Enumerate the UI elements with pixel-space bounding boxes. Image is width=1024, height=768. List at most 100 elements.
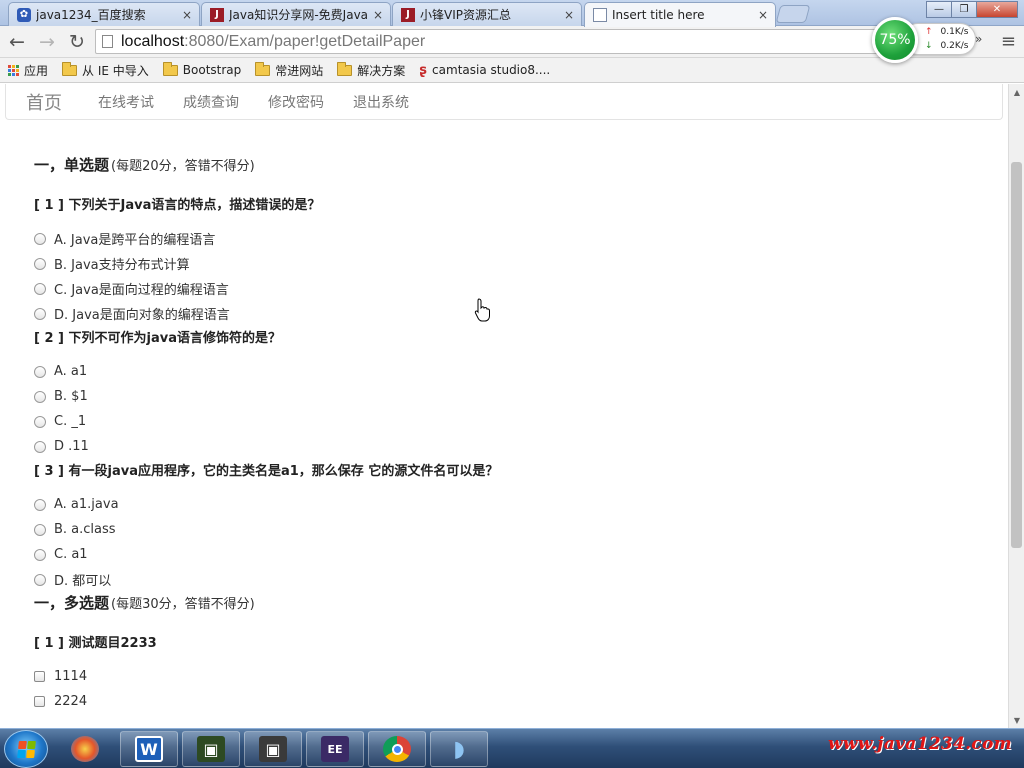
- taskbar-app-terminal-2[interactable]: ▣: [244, 731, 302, 767]
- scroll-down-arrow-icon[interactable]: ▼: [1009, 712, 1024, 728]
- folder-icon: [162, 61, 178, 76]
- tab-close-icon[interactable]: ×: [563, 8, 575, 22]
- radio-button[interactable]: [34, 415, 46, 428]
- nav-change-password[interactable]: 修改密码: [268, 92, 324, 112]
- bookmark-camtasia[interactable]: ʂ camtasia studio8....: [419, 63, 550, 78]
- bookmark-solutions[interactable]: 解决方案: [337, 61, 406, 79]
- option-item[interactable]: 2224: [34, 689, 974, 714]
- option-item[interactable]: D. 都可以: [34, 567, 974, 592]
- radio-button[interactable]: [34, 573, 46, 586]
- bookmark-label: Bootstrap: [182, 63, 242, 77]
- maximize-button[interactable]: ❐: [951, 1, 977, 18]
- option-list: A. a1.java B. a.class C. a1 D. 都可以: [34, 492, 974, 592]
- taskbar-app-wps[interactable]: W: [120, 731, 178, 767]
- j-icon: J: [401, 7, 415, 22]
- radio-button[interactable]: [34, 365, 46, 378]
- option-item[interactable]: D. Java是面向对象的编程语言: [34, 301, 974, 326]
- new-tab-button[interactable]: [775, 5, 811, 23]
- bookmark-apps[interactable]: 应用: [8, 62, 48, 79]
- taskbar-app-dolphin[interactable]: ◗: [430, 731, 488, 767]
- radio-button[interactable]: [34, 440, 46, 453]
- back-button[interactable]: ←: [4, 29, 30, 55]
- folder-icon: [62, 61, 78, 76]
- minimize-button[interactable]: —: [926, 1, 952, 18]
- taskbar-app-colorful[interactable]: [56, 731, 114, 767]
- radio-button[interactable]: [34, 307, 46, 320]
- site-watermark: www.java1234.com: [828, 734, 1012, 754]
- bookmark-label: 解决方案: [357, 63, 406, 78]
- checkbox[interactable]: [34, 696, 45, 707]
- scroll-thumb[interactable]: [1011, 162, 1022, 548]
- radio-button[interactable]: [34, 390, 46, 403]
- terminal-icon: ▣: [259, 736, 287, 762]
- address-bar[interactable]: localhost:8080/Exam/paper!getDetailPaper: [95, 29, 915, 54]
- menu-icon[interactable]: ≡: [1001, 31, 1016, 52]
- nav-home-link[interactable]: 首页: [26, 89, 62, 115]
- page-scrollbar[interactable]: ▲ ▼: [1008, 84, 1024, 728]
- tab-java-share[interactable]: J Java知识分享网-免费Java ×: [201, 2, 391, 26]
- tab-title: Insert title here: [612, 8, 705, 22]
- java-ee-ide-icon: EE: [321, 736, 349, 762]
- download-rate: 0.2K/s: [940, 41, 969, 51]
- tab-vip-resources[interactable]: J 小锋VIP资源汇总 ×: [392, 2, 582, 26]
- question-text: [ 1 ] 下列关于Java语言的特点，描述错误的是？: [34, 198, 321, 213]
- bookmark-frequent-sites[interactable]: 常进网站: [255, 61, 324, 79]
- tab-title: Java知识分享网-免费Java: [229, 8, 368, 22]
- window-controls: — ❐ ✕: [926, 1, 1018, 18]
- question-text: [ 3 ] 有一段java应用程序，它的主类名是a1，那么保存 它的源文件名可以…: [34, 464, 499, 479]
- section-title-multi: 一，多选题 (每题30分，答错不得分): [34, 594, 255, 612]
- taskbar-app-chrome[interactable]: [368, 731, 426, 767]
- close-window-button[interactable]: ✕: [976, 1, 1018, 18]
- bookmark-ie-import[interactable]: 从 IE 中导入: [62, 61, 149, 79]
- paw-icon: ✿: [17, 7, 31, 22]
- option-item[interactable]: B. Java支持分布式计算: [34, 251, 974, 276]
- tab-close-icon[interactable]: ×: [181, 8, 193, 22]
- option-item[interactable]: C. a1: [34, 542, 974, 567]
- bookmark-label: 常进网站: [275, 63, 324, 78]
- upload-arrow-icon: ↑: [925, 27, 933, 37]
- tab-baidu-search[interactable]: ✿ java1234_百度搜索 ×: [8, 2, 200, 26]
- option-item[interactable]: D .11: [34, 434, 974, 459]
- option-item[interactable]: C. _1: [34, 409, 974, 434]
- taskbar-app-javaee-ide[interactable]: EE: [306, 731, 364, 767]
- wps-writer-icon: W: [135, 736, 163, 762]
- camtasia-icon: ʂ: [419, 62, 428, 78]
- nav-logout[interactable]: 退出系统: [353, 92, 409, 112]
- radio-button[interactable]: [34, 232, 46, 245]
- bookmark-label: 应用: [24, 63, 49, 78]
- radio-button[interactable]: [34, 548, 46, 561]
- chrome-icon: [383, 736, 411, 762]
- option-item[interactable]: A. a1.java: [34, 492, 974, 517]
- hand-cursor-icon: [474, 298, 490, 322]
- tab-close-icon[interactable]: ×: [757, 8, 769, 22]
- taskbar-app-terminal[interactable]: ▣: [182, 731, 240, 767]
- upload-rate: 0.1K/s: [940, 27, 969, 37]
- option-item[interactable]: 1114: [34, 664, 974, 689]
- radio-button[interactable]: [34, 523, 46, 536]
- bookmark-bootstrap[interactable]: Bootstrap: [162, 61, 242, 77]
- reload-button[interactable]: ↻: [64, 29, 90, 55]
- section-title-single: 一，单选题 (每题20分，答错不得分): [34, 156, 255, 174]
- tab-title: 小锋VIP资源汇总: [420, 8, 511, 22]
- option-item[interactable]: A. a1: [34, 359, 974, 384]
- radio-button[interactable]: [34, 498, 46, 511]
- app-logo-icon: [71, 736, 99, 762]
- start-button[interactable]: [4, 730, 48, 768]
- checkbox[interactable]: [34, 671, 45, 682]
- option-list: A. a1 B. $1 C. _1 D .11: [34, 359, 974, 459]
- option-item[interactable]: B. $1: [34, 384, 974, 409]
- nav-score-query[interactable]: 成绩查询: [183, 92, 239, 112]
- radio-button[interactable]: [34, 282, 46, 295]
- option-item[interactable]: B. a.class: [34, 517, 974, 542]
- option-item[interactable]: A. Java是跨平台的编程语言: [34, 226, 974, 251]
- radio-button[interactable]: [34, 257, 46, 270]
- nav-online-exam[interactable]: 在线考试: [98, 92, 154, 112]
- option-item[interactable]: C. Java是面向过程的编程语言: [34, 276, 974, 301]
- browser-toolbar: ← → ↻ localhost:8080/Exam/paper!getDetai…: [0, 26, 1024, 58]
- forward-button[interactable]: →: [34, 29, 60, 55]
- question-text: [ 1 ] 测试题目2233: [34, 636, 157, 651]
- tab-insert-title[interactable]: Insert title here ×: [584, 2, 776, 27]
- tab-close-icon[interactable]: ×: [372, 8, 384, 22]
- network-speed-widget[interactable]: ↑ 0.1K/s ↓ 0.2K/s 75%: [872, 17, 978, 63]
- scroll-up-arrow-icon[interactable]: ▲: [1009, 84, 1024, 100]
